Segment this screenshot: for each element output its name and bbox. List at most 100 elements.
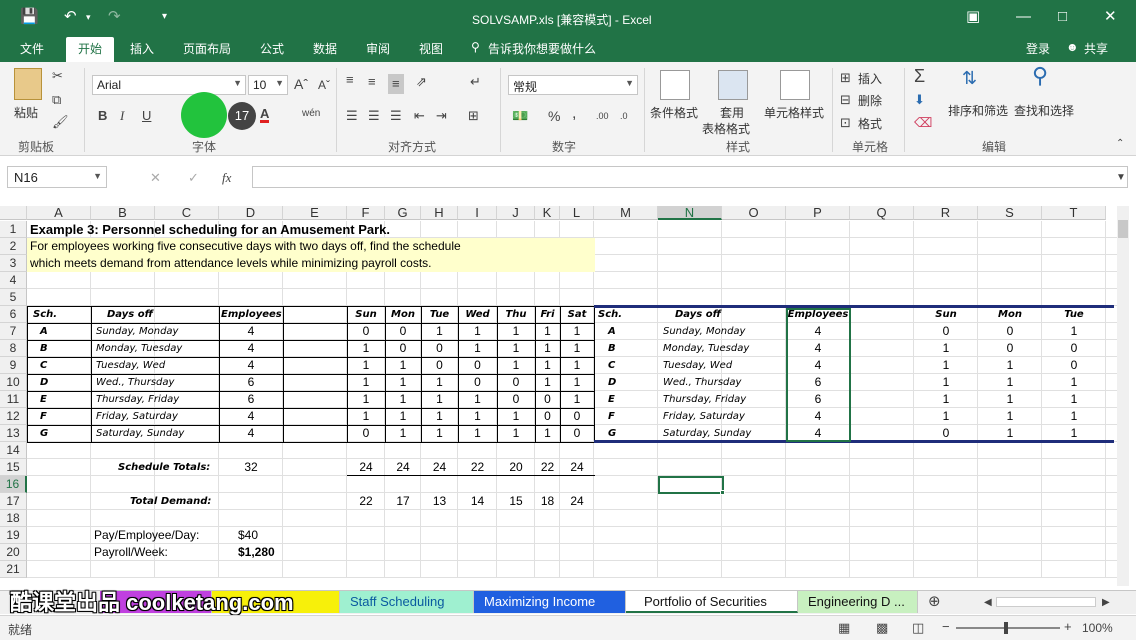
customize-qat-icon[interactable]: ▾ [162, 8, 167, 26]
schedule-employees[interactable]: 4 [219, 408, 283, 425]
schedule-day-value[interactable]: 1 [421, 323, 458, 340]
schedule-day-value[interactable]: 1 [560, 391, 594, 408]
column-header-b[interactable]: B [91, 206, 155, 220]
pay-value[interactable]: $40 [238, 527, 258, 544]
right-days-off[interactable]: Tuesday, Wed [663, 357, 732, 374]
schedule-day-value[interactable]: 0 [497, 391, 535, 408]
right-day-value[interactable]: 1 [1042, 391, 1106, 408]
schedule-sch[interactable]: D [40, 374, 48, 391]
right-day-value[interactable]: 1 [978, 357, 1042, 374]
column-header-c[interactable]: C [155, 206, 219, 220]
share-button[interactable]: 共享 [1084, 40, 1108, 57]
total-demand-value[interactable]: 24 [560, 493, 594, 510]
format-cells-icon[interactable]: ⊡ [840, 115, 851, 131]
column-header-s[interactable]: S [978, 206, 1042, 220]
right-day-value[interactable]: 1 [914, 391, 978, 408]
header-day[interactable]: Thu [497, 306, 535, 323]
header-day[interactable]: Sat [560, 306, 594, 323]
schedule-day-value[interactable]: 1 [497, 425, 535, 442]
schedule-day-value[interactable]: 1 [347, 340, 385, 357]
right-day-value[interactable]: 1 [1042, 374, 1106, 391]
percent-icon[interactable]: % [548, 108, 560, 124]
sheet-tab-staff-scheduling[interactable]: Staff Scheduling [340, 591, 474, 613]
font-name-combo[interactable]: Arial ▼ [92, 75, 246, 95]
row-header-2[interactable]: 2 [0, 238, 27, 255]
sort-filter-button[interactable]: 排序和筛选 [948, 102, 1008, 119]
schedule-total-value[interactable]: 20 [497, 459, 535, 476]
increase-decimal-icon[interactable]: .00 [596, 108, 609, 124]
collapse-ribbon-icon[interactable]: ⌃ [1116, 136, 1124, 152]
decrease-decimal-icon[interactable]: .0 [620, 108, 628, 124]
row-header-13[interactable]: 13 [0, 425, 27, 442]
tab-insert[interactable]: 插入 [130, 40, 154, 57]
schedule-employees[interactable]: 4 [219, 425, 283, 442]
tab-home[interactable]: 开始 [66, 37, 115, 62]
phonetic-icon[interactable]: wén [302, 106, 320, 122]
schedule-days-off[interactable]: Saturday, Sunday [96, 425, 184, 442]
schedule-employees[interactable]: 6 [219, 391, 283, 408]
schedule-day-value[interactable]: 0 [347, 323, 385, 340]
header-day[interactable]: Mon [385, 306, 421, 323]
row-header-20[interactable]: 20 [0, 544, 27, 561]
zoom-level[interactable]: 100% [1082, 621, 1113, 635]
schedule-day-value[interactable]: 1 [347, 374, 385, 391]
right-day-value[interactable]: 1 [978, 374, 1042, 391]
schedule-day-value[interactable]: 1 [347, 391, 385, 408]
schedule-day-value[interactable]: 1 [497, 323, 535, 340]
cut-icon[interactable]: ✂ [52, 68, 63, 84]
total-demand-value[interactable]: 15 [497, 493, 535, 510]
schedule-day-value[interactable]: 1 [535, 374, 560, 391]
italic-icon[interactable]: I [120, 108, 124, 124]
number-format-combo[interactable]: 常规 ▼ [508, 75, 638, 95]
minimize-icon[interactable]: — [1016, 8, 1031, 26]
row-header-15[interactable]: 15 [0, 459, 27, 476]
right-header-day[interactable]: Mon [978, 306, 1042, 323]
schedule-employees[interactable]: 4 [219, 323, 283, 340]
schedule-day-value[interactable]: 1 [535, 323, 560, 340]
total-demand-label[interactable]: Total Demand: [130, 493, 211, 510]
fill-icon[interactable]: ⬇ [914, 92, 925, 108]
schedule-day-value[interactable]: 1 [347, 357, 385, 374]
row-header-12[interactable]: 12 [0, 408, 27, 425]
decrease-indent-icon[interactable]: ⇤ [414, 108, 425, 124]
insert-function-icon[interactable]: fx [222, 170, 231, 186]
wrap-text-icon[interactable]: ↵ [470, 74, 481, 90]
column-header-f[interactable]: F [347, 206, 385, 220]
title-cell[interactable]: Example 3: Personnel scheduling for an A… [30, 221, 390, 238]
schedule-employees[interactable]: 6 [219, 374, 283, 391]
right-day-value[interactable]: 1 [914, 374, 978, 391]
schedule-day-value[interactable]: 0 [458, 374, 497, 391]
schedule-day-value[interactable]: 1 [497, 357, 535, 374]
schedule-day-value[interactable]: 0 [385, 340, 421, 357]
row-header-9[interactable]: 9 [0, 357, 27, 374]
conditional-format-button[interactable]: 条件格式 [650, 104, 698, 121]
increase-font-icon[interactable]: Aˆ [294, 76, 308, 92]
undo-dropdown-icon[interactable]: ▾ [86, 8, 91, 26]
worksheet-grid[interactable]: ABCDEFGHIJKLMNOPQRST 1 2 3 4 5 6 7 8 9 10 11 12 13 14… [0, 206, 1136, 585]
schedule-total-value[interactable]: 24 [385, 459, 421, 476]
increase-indent-icon[interactable]: ⇥ [436, 108, 447, 124]
schedule-total-value[interactable]: 24 [347, 459, 385, 476]
column-header-n[interactable]: N [658, 206, 722, 220]
schedule-employees[interactable]: 4 [219, 357, 283, 374]
tab-file[interactable]: 文件 [20, 40, 44, 57]
zoom-slider[interactable] [956, 622, 1060, 634]
schedule-days-off[interactable]: Sunday, Monday [96, 323, 178, 340]
row-header-11[interactable]: 11 [0, 391, 27, 408]
right-day-value[interactable]: 1 [1042, 408, 1106, 425]
currency-icon[interactable]: 💵 [512, 108, 528, 124]
format-painter-icon[interactable]: 🖌 [52, 114, 69, 130]
schedule-day-value[interactable]: 0 [421, 340, 458, 357]
tell-me-box[interactable]: 告诉我你想要做什么 [488, 40, 596, 57]
format-cells-button[interactable]: 格式 [858, 115, 882, 132]
right-days-off[interactable]: Friday, Saturday [663, 408, 745, 425]
right-day-value[interactable]: 1 [914, 340, 978, 357]
schedule-day-value[interactable]: 1 [535, 425, 560, 442]
right-sch[interactable]: D [608, 374, 616, 391]
row-header-18[interactable]: 18 [0, 510, 27, 527]
header-sch[interactable]: Sch. [33, 306, 57, 323]
schedule-day-value[interactable]: 1 [497, 340, 535, 357]
align-center-icon[interactable]: ☰ [368, 108, 380, 124]
row-header-21[interactable]: 21 [0, 561, 27, 578]
description-line-1[interactable]: For employees working five consecutive d… [30, 238, 461, 255]
